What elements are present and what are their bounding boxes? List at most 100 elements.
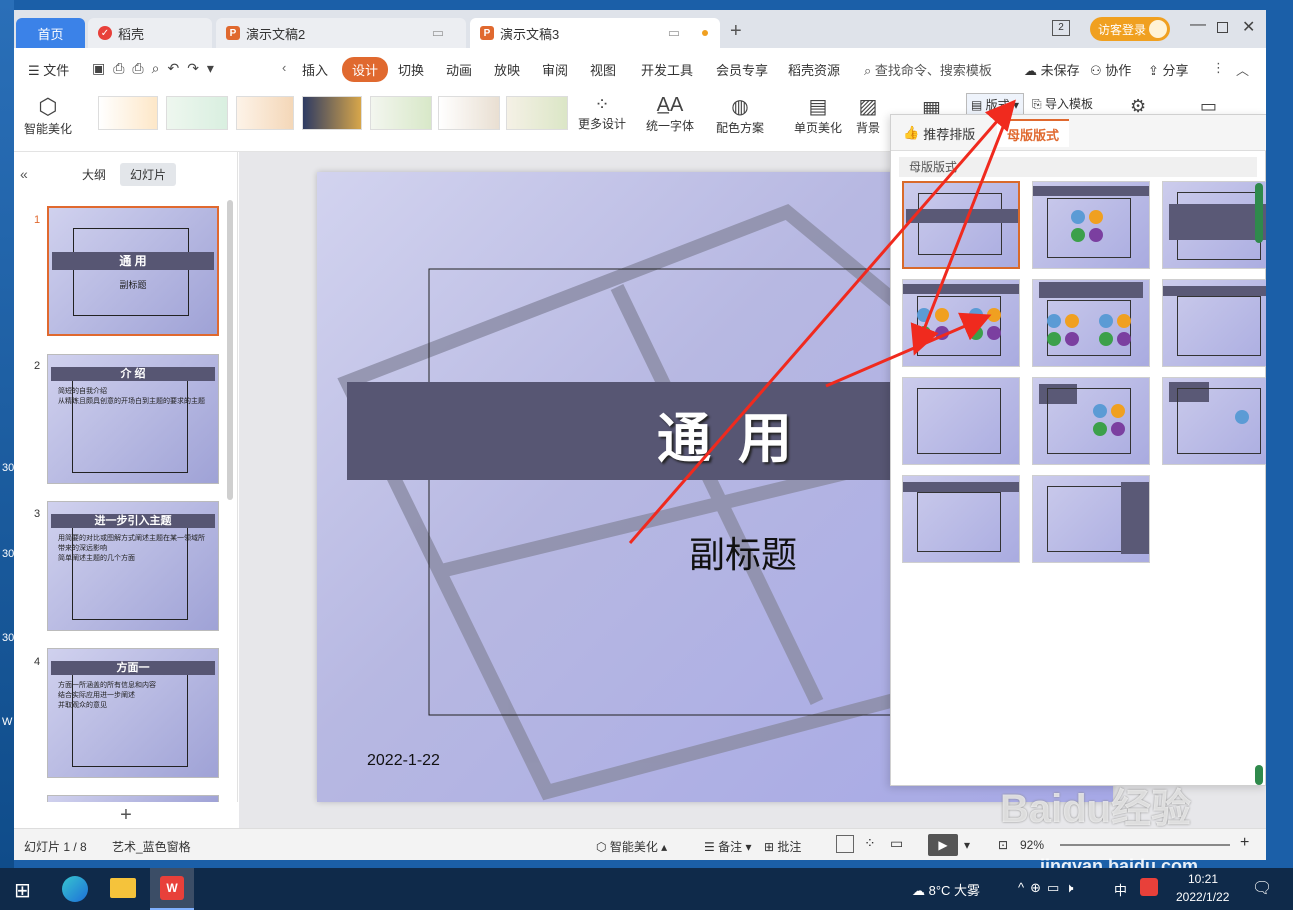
background-button[interactable]: ▨ 背景 [856, 94, 880, 136]
slide-thumb[interactable]: 方面一 方面一所涵盖的所有信息和内容 结合实际应用进一步阐述 并取观众的意见 [47, 648, 219, 778]
weather-widget[interactable]: ☁ 8°C 大雾 [912, 880, 980, 899]
design-thumbnail[interactable] [98, 96, 158, 130]
theme-name[interactable]: 艺术_蓝色窗格 [112, 838, 191, 855]
layout-title-slide[interactable] [902, 181, 1020, 269]
design-thumbnail[interactable] [166, 96, 228, 130]
edge-icon[interactable] [62, 876, 88, 902]
import-template-button[interactable]: ⎘ 导入模板 [1032, 95, 1093, 112]
design-thumbnail[interactable] [370, 96, 432, 130]
layout-content-caption[interactable] [1032, 377, 1150, 465]
layout-title-content[interactable] [1032, 181, 1150, 269]
tab-presentation2[interactable]: P 演示文稿2 ▭ [216, 18, 466, 48]
notes-button[interactable]: ☰ 备注 ▾ [704, 838, 751, 855]
fit-icon[interactable]: ⊡ [998, 838, 1008, 852]
layout-blank[interactable] [902, 377, 1020, 465]
comment-button[interactable]: ⊞ 批注 [764, 838, 801, 855]
layout-section-header[interactable] [1162, 181, 1266, 269]
share-button[interactable]: ⇪ 分享 [1148, 60, 1189, 79]
color-scheme-button[interactable]: ◍ 配色方案 [716, 94, 764, 136]
new-tab-button[interactable]: + [730, 20, 742, 43]
zoom-level[interactable]: 92% [1020, 838, 1044, 852]
slide-title[interactable]: 通 用 [657, 394, 798, 473]
scroll-left-icon[interactable]: ‹ [282, 60, 286, 75]
minimize-icon[interactable]: — [1190, 16, 1206, 34]
file-menu[interactable]: ☰ 文件 [28, 60, 69, 79]
menu-insert[interactable]: 插入 [302, 60, 328, 79]
design-thumbnail[interactable] [302, 96, 362, 130]
menu-design[interactable]: 设计 [342, 57, 389, 82]
single-page-button[interactable]: ▤ 单页美化 [794, 94, 842, 136]
tab-master-layout[interactable]: 母版版式 [997, 119, 1070, 147]
wps-taskbar-button[interactable]: W [150, 868, 194, 910]
file-explorer-icon[interactable] [110, 878, 136, 898]
quick-access-toolbar[interactable]: ▣⎙⎙⌕↶↷▾ [92, 60, 222, 77]
command-search[interactable]: ⌕ 查找命令、搜索模板 [864, 60, 992, 79]
tab-home[interactable]: 首页 [16, 18, 85, 48]
slide-thumb[interactable]: 介 绍 简短的自我介绍 从精炼且颇具创意的开场白到主题的要求的主题 [47, 354, 219, 484]
slide-thumb[interactable]: 进一步引入主题 用简要的对比或图解方式阐述主题在某一领域所带来的深远影响 简单阐… [47, 501, 219, 631]
thumbs-up-icon: 👍 [903, 125, 920, 140]
smart-beautify-button[interactable]: ⬡ 智能美化 [24, 94, 72, 137]
menu-view[interactable]: 视图 [590, 60, 616, 79]
windows-start-icon[interactable]: ⊞ [14, 878, 31, 903]
close-icon[interactable]: ✕ [1242, 17, 1255, 37]
more-design-button[interactable]: ⁘ 更多设计 [578, 94, 626, 132]
normal-view-icon[interactable] [836, 835, 854, 853]
collapse-ribbon-icon[interactable]: ︿ [1236, 60, 1249, 79]
layout-vertical-title[interactable] [902, 475, 1020, 563]
collab-button[interactable]: ⚇ 协作 [1090, 60, 1131, 79]
panel-scrollbar[interactable] [1255, 183, 1263, 243]
menu-animation[interactable]: 动画 [446, 60, 472, 79]
menu-docer-resources[interactable]: 稻壳资源 [788, 60, 840, 79]
layout-two-content[interactable] [902, 279, 1020, 367]
tab-recommended-layout[interactable]: 👍 推荐排版 [893, 119, 985, 147]
slide-thumb[interactable]: 通 用 副标题 [47, 206, 219, 336]
menu-review[interactable]: 审阅 [542, 60, 568, 79]
status-smart-beautify[interactable]: ⬡ 智能美化 ▴ [596, 838, 667, 855]
layout-button[interactable]: ▤ 版式 ▾ [966, 93, 1025, 116]
canvas-scrollbar[interactable] [1255, 765, 1263, 785]
layout-vertical-text[interactable] [1032, 475, 1150, 563]
maximize-icon[interactable] [1217, 22, 1228, 33]
reading-view-icon[interactable]: ▭ [890, 835, 903, 852]
tab-outline[interactable]: 大纲 [82, 166, 106, 183]
design-thumbnail[interactable] [236, 96, 294, 130]
collapse-pane-icon[interactable]: « [20, 166, 28, 182]
tab-slides[interactable]: 幻灯片 [120, 163, 177, 186]
play-button[interactable]: ▶ [928, 834, 958, 856]
tab-docer[interactable]: ✓ 稻壳 [88, 18, 212, 48]
add-slide-button[interactable]: + [14, 802, 238, 828]
zoom-slider[interactable] [1060, 844, 1230, 846]
tray-icons[interactable]: ^⊕▭🕨 [1018, 880, 1079, 896]
sogou-icon[interactable] [1140, 878, 1158, 896]
layout-comparison[interactable] [1032, 279, 1150, 367]
menu-transition[interactable]: 切换 [398, 60, 424, 79]
design-thumbnail[interactable] [506, 96, 568, 130]
layout-title-bar [1039, 282, 1143, 298]
menu-member[interactable]: 会员专享 [716, 60, 768, 79]
slide-date[interactable]: 2022-1-22 [367, 752, 440, 770]
design-thumbnail[interactable] [438, 96, 500, 130]
layout-title-bar [1121, 482, 1149, 554]
clock-date[interactable]: 2022/1/22 [1176, 890, 1229, 904]
guest-login-button[interactable]: 访客登录 [1090, 17, 1170, 41]
slide-count: 幻灯片 1 / 8 [24, 840, 87, 854]
layout-picture-caption[interactable] [1162, 377, 1266, 465]
unsaved-button[interactable]: ☁ 未保存 [1024, 60, 1080, 79]
more-icon[interactable]: ⋮ [1212, 60, 1225, 76]
unify-font-button[interactable]: A̲A 统一字体 [646, 94, 694, 134]
notification-icon[interactable]: 🗨 [1252, 878, 1272, 898]
sorter-view-icon[interactable]: ⁘ [864, 835, 876, 852]
layout-title-only[interactable] [1162, 279, 1266, 367]
menu-developer[interactable]: 开发工具 [641, 60, 693, 79]
window-count-badge[interactable]: 2 [1052, 20, 1070, 36]
thumbs-up-icon [987, 308, 1001, 322]
play-dropdown-icon[interactable]: ▾ [964, 838, 970, 852]
tab-presentation3[interactable]: P 演示文稿3 ▭ [470, 18, 720, 48]
ime-indicator[interactable]: 中 [1114, 880, 1127, 899]
menu-slideshow[interactable]: 放映 [494, 60, 520, 79]
slide-subtitle[interactable]: 副标题 [689, 526, 797, 578]
clock-time[interactable]: 10:21 [1188, 872, 1218, 886]
scrollbar[interactable] [227, 200, 233, 500]
zoom-in-icon[interactable]: + [1240, 834, 1249, 852]
